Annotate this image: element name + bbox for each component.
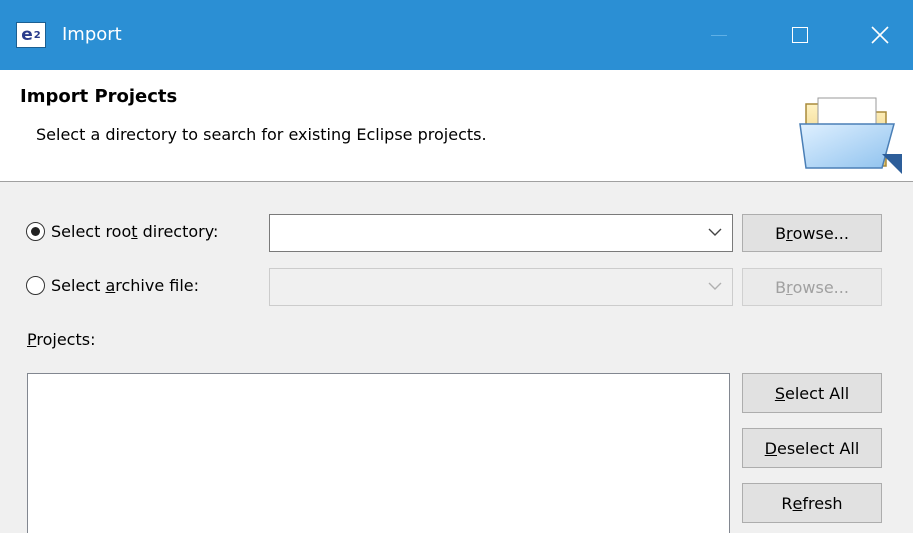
projects-list[interactable]	[27, 373, 730, 533]
archive-file-combo[interactable]	[269, 268, 733, 306]
title-bar[interactable]: e2 Import	[0, 0, 913, 70]
folder-open-icon	[799, 97, 902, 174]
header-banner: Import Projects Select a directory to se…	[0, 70, 913, 182]
maximize-icon	[792, 27, 808, 43]
archive-file-radio[interactable]: Select archive file:	[26, 276, 199, 295]
minimize-icon	[711, 34, 727, 36]
chevron-down-icon[interactable]	[708, 282, 722, 291]
close-icon	[871, 26, 889, 44]
radio-unselected-indicator	[26, 276, 45, 295]
deselect-all-button[interactable]: Deselect All	[742, 428, 882, 468]
minimize-button[interactable]	[677, 0, 761, 70]
page-description: Select a directory to search for existin…	[36, 125, 487, 144]
select-all-button[interactable]: Select All	[742, 373, 882, 413]
maximize-button[interactable]	[758, 0, 842, 70]
browse-directory-button[interactable]: Br owse...	[742, 214, 882, 252]
radio-selected-indicator	[26, 222, 45, 241]
root-directory-combo[interactable]	[269, 214, 733, 252]
close-button[interactable]	[838, 0, 913, 70]
archive-file-label: Select archive file:	[51, 276, 200, 295]
root-directory-radio[interactable]: Select root directory:	[26, 222, 218, 241]
refresh-button[interactable]: Re fresh	[742, 483, 882, 523]
browse-archive-button[interactable]: Br owse...	[742, 268, 882, 306]
eclipse-e2-icon: e2	[16, 22, 46, 48]
projects-label: Projects:	[27, 330, 96, 349]
chevron-down-icon[interactable]	[708, 228, 722, 237]
page-title: Import Projects	[20, 86, 178, 107]
window-title: Import	[62, 24, 122, 45]
root-directory-label: Select root directory:	[51, 222, 219, 241]
